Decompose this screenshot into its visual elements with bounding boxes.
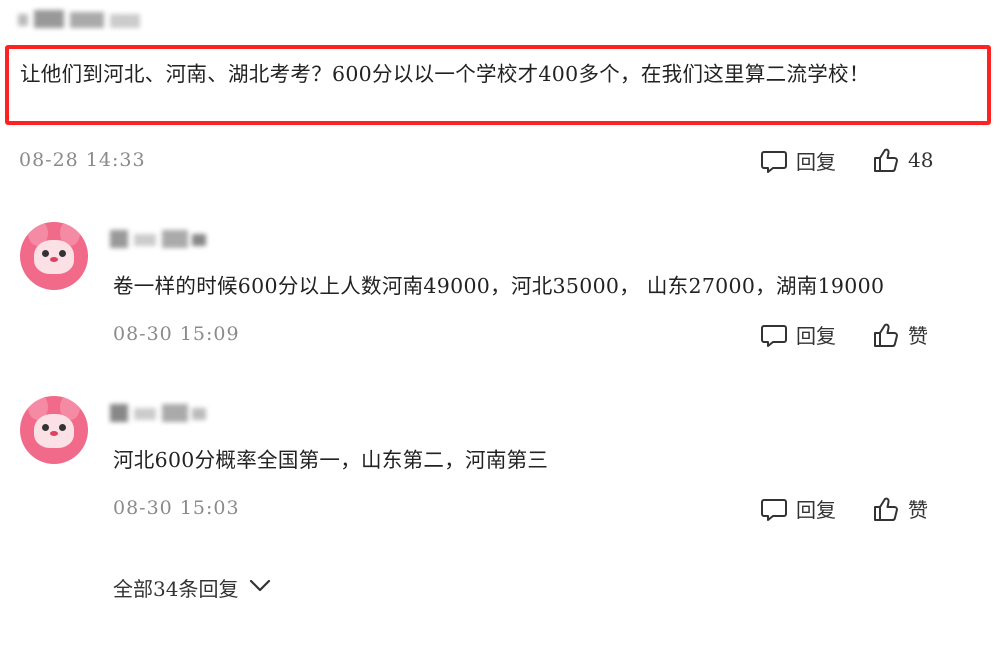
reply-label: 回复 bbox=[796, 498, 836, 522]
avatar[interactable] bbox=[20, 396, 88, 464]
top-comment-text: 让他们到河北、河南、湖北考考？600分以以一个学校才400多个，在我们这里算二流… bbox=[20, 62, 870, 86]
like-label: 赞 bbox=[908, 324, 928, 348]
like-label: 赞 bbox=[908, 498, 928, 522]
comment-bubble-icon bbox=[760, 321, 788, 349]
comment-bubble-icon bbox=[760, 147, 788, 175]
top-comment-timestamp: 08-28 14:33 bbox=[19, 149, 146, 171]
reply-button[interactable]: 回复 bbox=[760, 320, 836, 349]
reply-meta: 08-30 15:03 回复 赞 bbox=[0, 494, 996, 524]
reply-text: 卷一样的时候600分以上人数河南49000，河北35000， 山东27000，湖… bbox=[113, 274, 885, 298]
username-blurred[interactable] bbox=[110, 402, 210, 424]
avatar[interactable] bbox=[20, 222, 88, 290]
reply-text: 河北600分概率全国第一，山东第二，河南第三 bbox=[113, 448, 549, 472]
expand-label: 全部34条回复 bbox=[113, 577, 239, 601]
like-count: 48 bbox=[908, 148, 934, 172]
top-comment-reply-button[interactable]: 回复 bbox=[760, 146, 836, 175]
reply-label: 回复 bbox=[796, 150, 836, 174]
reply-button[interactable]: 回复 bbox=[760, 494, 836, 523]
reply-meta: 08-30 15:09 回复 赞 bbox=[0, 320, 996, 350]
thumbs-up-icon bbox=[872, 495, 900, 523]
thumbs-up-icon bbox=[872, 146, 900, 174]
reply-label: 回复 bbox=[796, 324, 836, 348]
like-button[interactable]: 赞 bbox=[872, 494, 928, 523]
username-blurred[interactable] bbox=[110, 228, 210, 250]
top-username-blurred bbox=[18, 4, 148, 30]
expand-replies-button[interactable]: 全部34条回复 bbox=[113, 573, 272, 602]
reply-timestamp: 08-30 15:03 bbox=[113, 497, 240, 519]
chevron-down-icon bbox=[248, 573, 272, 602]
top-comment-like-button[interactable]: 48 bbox=[872, 146, 933, 174]
thumbs-up-icon bbox=[872, 321, 900, 349]
reply-timestamp: 08-30 15:09 bbox=[113, 323, 240, 345]
like-button[interactable]: 赞 bbox=[872, 320, 928, 349]
comment-bubble-icon bbox=[760, 495, 788, 523]
top-comment-meta: 08-28 14:33 回复 48 bbox=[0, 146, 996, 176]
